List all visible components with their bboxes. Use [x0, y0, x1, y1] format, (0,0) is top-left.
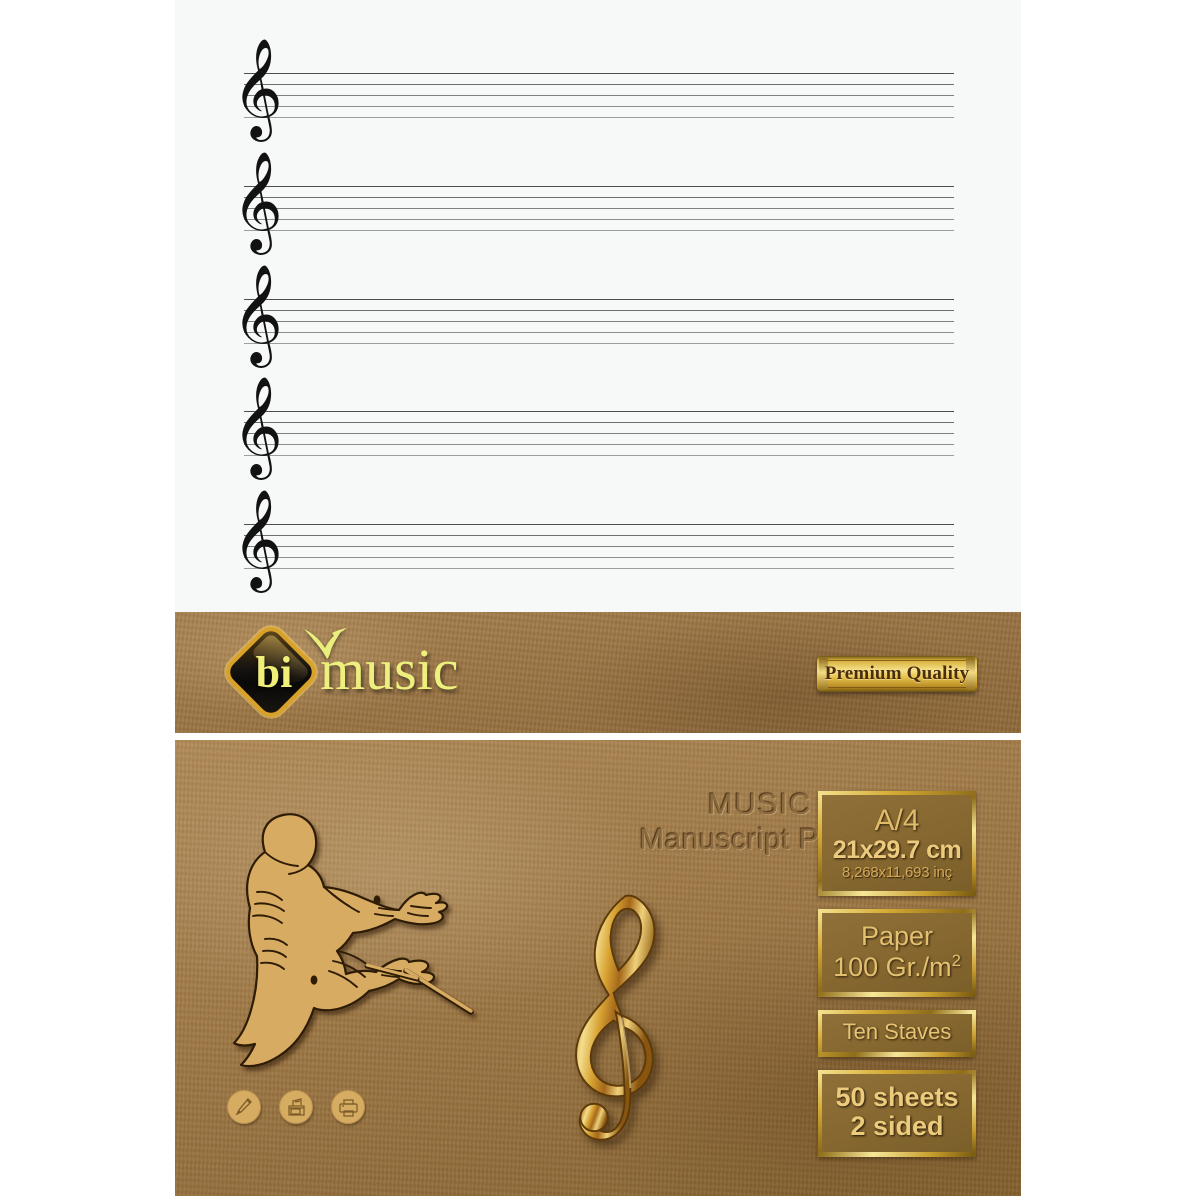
stave-line [244, 230, 954, 231]
stave-lines [244, 73, 954, 118]
spec-box-staves: Ten Staves [818, 1010, 976, 1057]
stave-line [244, 208, 954, 209]
stave-line [244, 84, 954, 85]
stave-line [244, 411, 954, 412]
stave-row: 𝄞 [232, 496, 954, 582]
treble-clef-icon: 𝄞 [232, 489, 283, 589]
spec-size-cm: 21x29.7 cm [832, 836, 962, 864]
spec-paper-label: Paper [860, 921, 934, 951]
brand-band: bi music Premium Quality [175, 612, 1021, 733]
stave-line [244, 444, 954, 445]
premium-quality-badge: Premium Quality [817, 656, 977, 692]
stave-line [244, 95, 954, 96]
feature-icon-row [227, 1090, 365, 1124]
stave-lines [244, 299, 954, 344]
stave-lines [244, 524, 954, 569]
stave-row: 𝄞 [232, 45, 954, 131]
stave-line [244, 197, 954, 198]
stave-line [244, 332, 954, 333]
stave-line [244, 73, 954, 74]
bird-icon [304, 628, 347, 659]
spec-paper-weight-sup: 2 [951, 950, 961, 970]
spec-sheet-sides: 2 sided [850, 1111, 944, 1142]
spec-sheet-count: 50 sheets [835, 1081, 959, 1112]
spec-size-format: A/4 [874, 804, 920, 837]
spec-paper-weight: 100 Gr./m2 [826, 950, 968, 983]
spec-box-weight: Paper 100 Gr./m2 [818, 909, 976, 998]
pencil-icon [227, 1090, 261, 1124]
stave-line [244, 117, 954, 118]
product-cover: MUSIC Manuscript Paper A/4 21x29.7 cm 8,… [175, 740, 1021, 1196]
stave-line [244, 535, 954, 536]
brand-logo: bi music [225, 622, 459, 722]
stave-line [244, 433, 954, 434]
stave-line [244, 557, 954, 558]
copier-icon [279, 1090, 313, 1124]
stave-lines [244, 186, 954, 231]
stave-line [244, 186, 954, 187]
stave-line [244, 310, 954, 311]
conductor-silhouette-icon [232, 813, 474, 1068]
stave-line [244, 321, 954, 322]
spec-paper-weight-value: 100 Gr./m [833, 951, 952, 982]
stave-line [244, 343, 954, 344]
manuscript-sheet-preview: 𝄞 𝄞 𝄞 𝄞 𝄞 [175, 0, 1021, 612]
stave-line [244, 455, 954, 456]
spec-box-size: A/4 21x29.7 cm 8,268x11,693 inç [818, 791, 976, 896]
stave-row: 𝄞 [232, 158, 954, 244]
stave-line [244, 422, 954, 423]
stave-line [244, 299, 954, 300]
stave-row: 𝄞 [232, 271, 954, 357]
spec-box-sheets: 50 sheets 2 sided [818, 1069, 976, 1157]
specification-list: A/4 21x29.7 cm 8,268x11,693 inç Paper 10… [818, 791, 976, 1170]
treble-clef-icon: 𝄞 [232, 376, 283, 476]
printer-icon [331, 1090, 365, 1124]
treble-clef-gold-icon [575, 894, 656, 1141]
treble-clef-icon: 𝄞 [232, 38, 283, 138]
stave-line [244, 546, 954, 547]
stave-line [244, 106, 954, 107]
stave-line [244, 568, 954, 569]
stave-lines [244, 411, 954, 456]
stave-line [244, 219, 954, 220]
product-page: 𝄞 𝄞 𝄞 𝄞 𝄞 bi music Premium Quality MUSIC… [0, 0, 1200, 1201]
premium-quality-label: Premium Quality [824, 663, 970, 684]
stave-line [244, 524, 954, 525]
spec-staves-label: Ten Staves [842, 1019, 952, 1045]
treble-clef-icon: 𝄞 [232, 151, 283, 251]
treble-clef-icon: 𝄞 [232, 264, 283, 364]
stave-row: 𝄞 [232, 383, 954, 469]
spec-size-inch: 8,268x11,693 inç [842, 863, 952, 881]
